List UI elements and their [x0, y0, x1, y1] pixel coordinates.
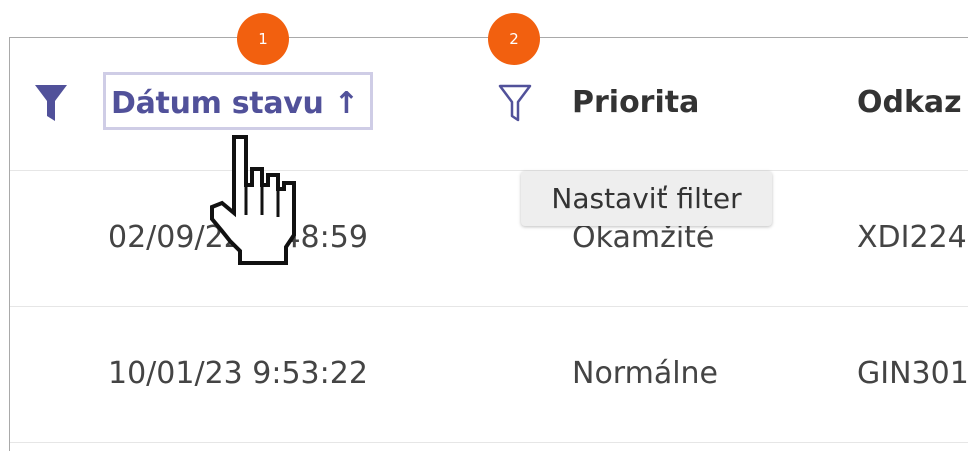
sort-header-label: Dátum stavu ↑ — [111, 86, 359, 121]
cell-reference: GIN301 — [857, 356, 968, 391]
column-header-reference[interactable]: Odkaz — [857, 85, 962, 120]
column-header-priority[interactable]: Priorita — [572, 85, 699, 120]
cell-date: 10/01/23 9:53:22 — [108, 356, 368, 391]
row-divider — [10, 170, 968, 171]
sort-header-date[interactable]: Dátum stavu ↑ — [103, 72, 373, 130]
cell-priority: Normálne — [572, 356, 719, 391]
row-divider — [10, 442, 968, 443]
step-badge-1: 1 — [237, 13, 289, 65]
filter-tooltip: Nastaviť filter — [521, 171, 772, 226]
hand-pointer-icon — [210, 135, 296, 265]
screenshot-stage: 1 2 Dátum stavu ↑ Priorita Odkaz 02/09/2… — [0, 0, 968, 451]
filter-filled-icon[interactable] — [33, 82, 69, 124]
filter-outline-icon[interactable] — [497, 82, 533, 124]
row-divider — [10, 306, 968, 307]
step-badge-2: 2 — [488, 13, 540, 65]
cell-reference: XDI224 — [857, 220, 967, 255]
